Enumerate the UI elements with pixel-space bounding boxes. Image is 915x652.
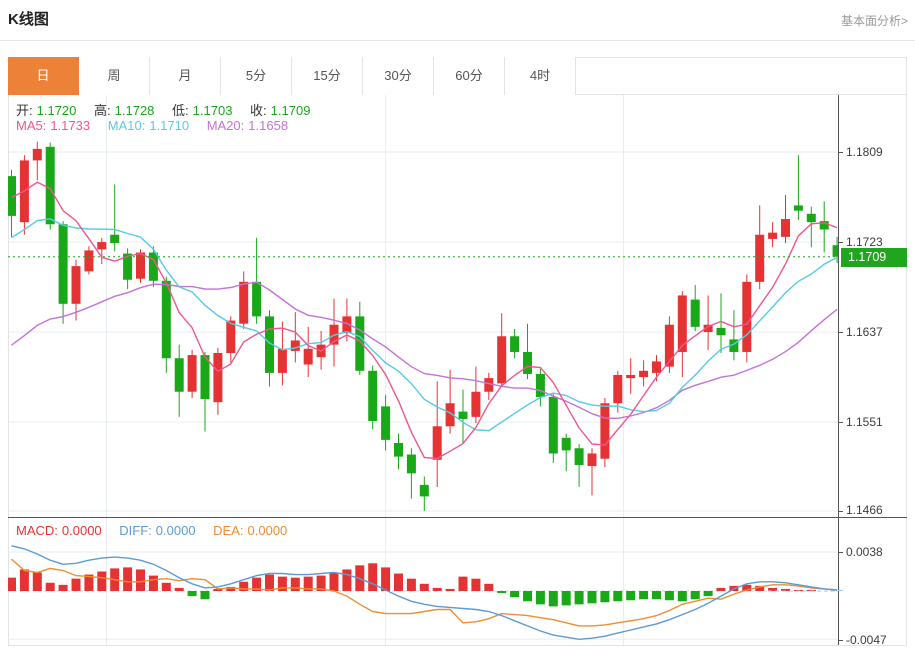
tab-month[interactable]: 月 — [150, 57, 221, 95]
ma20-label: MA20: — [207, 118, 245, 133]
ohlc-legend: 开: 1.1720 高: 1.1728 低: 1.1703 收: 1.1709 — [16, 100, 324, 119]
price-chart-canvas[interactable] — [8, 95, 838, 518]
axis-tick — [838, 332, 843, 333]
axis-tick — [838, 640, 843, 641]
price-axis-label: 1.1551 — [846, 415, 906, 429]
axis-zero-tick — [838, 590, 843, 591]
axis-tick — [838, 152, 843, 153]
macd-label: MACD: — [16, 523, 58, 538]
ma5-value: 1.1733 — [50, 118, 90, 133]
macd-axis-label: -0.0047 — [846, 633, 906, 647]
close-value: 1.1709 — [271, 103, 311, 118]
low-label: 低: — [172, 103, 189, 118]
ma5-label: MA5: — [16, 118, 46, 133]
tab-60min[interactable]: 60分 — [434, 57, 505, 95]
macd-value: 0.0000 — [62, 523, 102, 538]
open-label: 开: — [16, 103, 33, 118]
high-value: 1.1728 — [115, 103, 155, 118]
ma10-value: 1.1710 — [149, 118, 189, 133]
high-label: 高: — [94, 103, 111, 118]
ma10-label: MA10: — [108, 118, 146, 133]
price-axis-label: 1.1809 — [846, 145, 906, 159]
low-value: 1.1703 — [193, 103, 233, 118]
fundamental-analysis-link[interactable]: 基本面分析> — [841, 12, 908, 29]
dea-label: DEA: — [213, 523, 243, 538]
dea-value: 0.0000 — [248, 523, 288, 538]
kline-page: { "header": { "title": "K线图", "link": "基… — [0, 0, 915, 652]
y-axis-line — [838, 95, 839, 645]
tab-bar-filler — [576, 57, 907, 94]
tab-15min[interactable]: 15分 — [292, 57, 363, 95]
tab-day[interactable]: 日 — [8, 57, 79, 95]
tab-week[interactable]: 周 — [79, 57, 150, 95]
tab-4hour[interactable]: 4时 — [505, 57, 576, 95]
diff-value: 0.0000 — [156, 523, 196, 538]
pane-divider — [8, 517, 907, 518]
price-axis-label: 1.1637 — [846, 325, 906, 339]
ma-legend: MA5: 1.1733 MA10:1.1710 MA20:1.1658 — [16, 118, 302, 133]
tab-5min[interactable]: 5分 — [221, 57, 292, 95]
diff-label: DIFF: — [119, 523, 152, 538]
price-axis-label: 1.1466 — [846, 503, 906, 517]
macd-axis-label: 0.0038 — [846, 545, 906, 559]
close-label: 收: — [250, 103, 267, 118]
tab-30min[interactable]: 30分 — [363, 57, 434, 95]
ma20-value: 1.1658 — [248, 118, 288, 133]
header-divider — [0, 40, 915, 41]
current-price-badge: 1.1709 — [841, 248, 907, 267]
macd-legend: MACD: 0.0000 DIFF: 0.0000 DEA: 0.0000 — [16, 523, 301, 538]
price-axis-label: 1.1723 — [846, 235, 906, 249]
open-value: 1.1720 — [37, 103, 77, 118]
period-tab-bar: 日 周 月 5分 15分 30分 60分 4时 — [8, 57, 907, 95]
axis-tick — [838, 511, 843, 512]
axis-tick — [838, 242, 843, 243]
axis-tick — [838, 552, 843, 553]
axis-tick — [838, 422, 843, 423]
page-title: K线图 — [8, 8, 49, 29]
